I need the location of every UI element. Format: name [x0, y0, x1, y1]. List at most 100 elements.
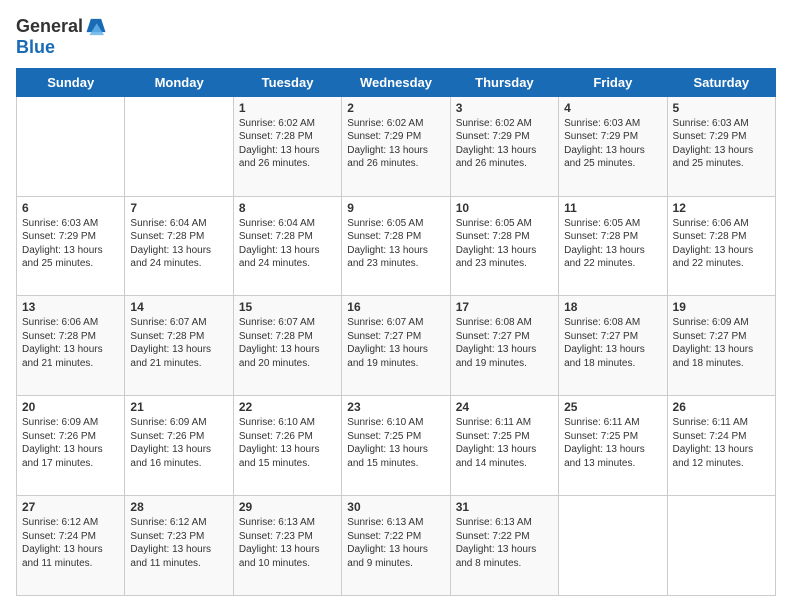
day-number: 16 [347, 300, 444, 314]
day-number: 25 [564, 400, 661, 414]
weekday-header-row: SundayMondayTuesdayWednesdayThursdayFrid… [17, 68, 776, 96]
calendar-week-row: 6 Sunrise: 6:03 AM Sunset: 7:29 PM Dayli… [17, 196, 776, 296]
day-number: 12 [673, 201, 770, 215]
calendar-week-row: 27 Sunrise: 6:12 AM Sunset: 7:24 PM Dayl… [17, 496, 776, 596]
day-number: 18 [564, 300, 661, 314]
cell-content: Sunrise: 6:11 AM Sunset: 7:25 PM Dayligh… [456, 416, 553, 470]
day-number: 17 [456, 300, 553, 314]
calendar-cell: 17 Sunrise: 6:08 AM Sunset: 7:27 PM Dayl… [450, 296, 558, 396]
calendar-cell: 8 Sunrise: 6:04 AM Sunset: 7:28 PM Dayli… [233, 196, 341, 296]
cell-content: Sunrise: 6:09 AM Sunset: 7:26 PM Dayligh… [22, 416, 119, 470]
weekday-header-thursday: Thursday [450, 68, 558, 96]
weekday-header-monday: Monday [125, 68, 233, 96]
cell-content: Sunrise: 6:05 AM Sunset: 7:28 PM Dayligh… [456, 217, 553, 271]
calendar-cell: 7 Sunrise: 6:04 AM Sunset: 7:28 PM Dayli… [125, 196, 233, 296]
day-number: 19 [673, 300, 770, 314]
calendar-cell: 11 Sunrise: 6:05 AM Sunset: 7:28 PM Dayl… [559, 196, 667, 296]
calendar-cell: 16 Sunrise: 6:07 AM Sunset: 7:27 PM Dayl… [342, 296, 450, 396]
calendar-cell: 14 Sunrise: 6:07 AM Sunset: 7:28 PM Dayl… [125, 296, 233, 396]
cell-content: Sunrise: 6:08 AM Sunset: 7:27 PM Dayligh… [564, 316, 661, 370]
calendar-cell: 23 Sunrise: 6:10 AM Sunset: 7:25 PM Dayl… [342, 396, 450, 496]
day-number: 6 [22, 201, 119, 215]
calendar-cell: 29 Sunrise: 6:13 AM Sunset: 7:23 PM Dayl… [233, 496, 341, 596]
calendar-cell: 26 Sunrise: 6:11 AM Sunset: 7:24 PM Dayl… [667, 396, 775, 496]
calendar-cell: 27 Sunrise: 6:12 AM Sunset: 7:24 PM Dayl… [17, 496, 125, 596]
cell-content: Sunrise: 6:11 AM Sunset: 7:24 PM Dayligh… [673, 416, 770, 470]
calendar-cell: 1 Sunrise: 6:02 AM Sunset: 7:28 PM Dayli… [233, 96, 341, 196]
cell-content: Sunrise: 6:03 AM Sunset: 7:29 PM Dayligh… [564, 117, 661, 171]
cell-content: Sunrise: 6:06 AM Sunset: 7:28 PM Dayligh… [22, 316, 119, 370]
calendar-cell: 6 Sunrise: 6:03 AM Sunset: 7:29 PM Dayli… [17, 196, 125, 296]
weekday-header-friday: Friday [559, 68, 667, 96]
day-number: 30 [347, 500, 444, 514]
day-number: 7 [130, 201, 227, 215]
calendar-cell: 12 Sunrise: 6:06 AM Sunset: 7:28 PM Dayl… [667, 196, 775, 296]
cell-content: Sunrise: 6:05 AM Sunset: 7:28 PM Dayligh… [564, 217, 661, 271]
day-number: 1 [239, 101, 336, 115]
cell-content: Sunrise: 6:02 AM Sunset: 7:29 PM Dayligh… [347, 117, 444, 171]
day-number: 4 [564, 101, 661, 115]
cell-content: Sunrise: 6:06 AM Sunset: 7:28 PM Dayligh… [673, 217, 770, 271]
day-number: 21 [130, 400, 227, 414]
calendar-cell: 10 Sunrise: 6:05 AM Sunset: 7:28 PM Dayl… [450, 196, 558, 296]
calendar-cell: 3 Sunrise: 6:02 AM Sunset: 7:29 PM Dayli… [450, 96, 558, 196]
calendar-week-row: 13 Sunrise: 6:06 AM Sunset: 7:28 PM Dayl… [17, 296, 776, 396]
calendar-cell: 28 Sunrise: 6:12 AM Sunset: 7:23 PM Dayl… [125, 496, 233, 596]
cell-content: Sunrise: 6:09 AM Sunset: 7:27 PM Dayligh… [673, 316, 770, 370]
cell-content: Sunrise: 6:08 AM Sunset: 7:27 PM Dayligh… [456, 316, 553, 370]
calendar-cell: 15 Sunrise: 6:07 AM Sunset: 7:28 PM Dayl… [233, 296, 341, 396]
cell-content: Sunrise: 6:04 AM Sunset: 7:28 PM Dayligh… [130, 217, 227, 271]
calendar-cell: 30 Sunrise: 6:13 AM Sunset: 7:22 PM Dayl… [342, 496, 450, 596]
calendar-cell: 25 Sunrise: 6:11 AM Sunset: 7:25 PM Dayl… [559, 396, 667, 496]
calendar-cell [17, 96, 125, 196]
cell-content: Sunrise: 6:02 AM Sunset: 7:28 PM Dayligh… [239, 117, 336, 171]
calendar-cell: 21 Sunrise: 6:09 AM Sunset: 7:26 PM Dayl… [125, 396, 233, 496]
calendar-cell: 4 Sunrise: 6:03 AM Sunset: 7:29 PM Dayli… [559, 96, 667, 196]
weekday-header-tuesday: Tuesday [233, 68, 341, 96]
calendar-cell: 20 Sunrise: 6:09 AM Sunset: 7:26 PM Dayl… [17, 396, 125, 496]
calendar-body: 1 Sunrise: 6:02 AM Sunset: 7:28 PM Dayli… [17, 96, 776, 595]
day-number: 10 [456, 201, 553, 215]
logo-icon [85, 16, 107, 38]
weekday-header-wednesday: Wednesday [342, 68, 450, 96]
cell-content: Sunrise: 6:02 AM Sunset: 7:29 PM Dayligh… [456, 117, 553, 171]
cell-content: Sunrise: 6:13 AM Sunset: 7:22 PM Dayligh… [456, 516, 553, 570]
day-number: 24 [456, 400, 553, 414]
page: General Blue SundayMondayTuesdayWednesda… [0, 0, 792, 612]
calendar-cell: 22 Sunrise: 6:10 AM Sunset: 7:26 PM Dayl… [233, 396, 341, 496]
day-number: 14 [130, 300, 227, 314]
day-number: 28 [130, 500, 227, 514]
day-number: 9 [347, 201, 444, 215]
cell-content: Sunrise: 6:07 AM Sunset: 7:28 PM Dayligh… [130, 316, 227, 370]
calendar-cell [125, 96, 233, 196]
cell-content: Sunrise: 6:03 AM Sunset: 7:29 PM Dayligh… [22, 217, 119, 271]
calendar-cell [667, 496, 775, 596]
logo-blue-text: Blue [16, 38, 107, 58]
day-number: 29 [239, 500, 336, 514]
day-number: 13 [22, 300, 119, 314]
cell-content: Sunrise: 6:03 AM Sunset: 7:29 PM Dayligh… [673, 117, 770, 171]
day-number: 5 [673, 101, 770, 115]
cell-content: Sunrise: 6:07 AM Sunset: 7:27 PM Dayligh… [347, 316, 444, 370]
day-number: 31 [456, 500, 553, 514]
cell-content: Sunrise: 6:13 AM Sunset: 7:23 PM Dayligh… [239, 516, 336, 570]
day-number: 23 [347, 400, 444, 414]
day-number: 3 [456, 101, 553, 115]
day-number: 2 [347, 101, 444, 115]
calendar-week-row: 1 Sunrise: 6:02 AM Sunset: 7:28 PM Dayli… [17, 96, 776, 196]
cell-content: Sunrise: 6:12 AM Sunset: 7:24 PM Dayligh… [22, 516, 119, 570]
weekday-header-saturday: Saturday [667, 68, 775, 96]
cell-content: Sunrise: 6:07 AM Sunset: 7:28 PM Dayligh… [239, 316, 336, 370]
calendar-cell: 31 Sunrise: 6:13 AM Sunset: 7:22 PM Dayl… [450, 496, 558, 596]
calendar-cell [559, 496, 667, 596]
calendar-cell: 19 Sunrise: 6:09 AM Sunset: 7:27 PM Dayl… [667, 296, 775, 396]
calendar-table: SundayMondayTuesdayWednesdayThursdayFrid… [16, 68, 776, 596]
day-number: 20 [22, 400, 119, 414]
day-number: 22 [239, 400, 336, 414]
header: General Blue [16, 16, 776, 58]
calendar-cell: 2 Sunrise: 6:02 AM Sunset: 7:29 PM Dayli… [342, 96, 450, 196]
cell-content: Sunrise: 6:12 AM Sunset: 7:23 PM Dayligh… [130, 516, 227, 570]
cell-content: Sunrise: 6:10 AM Sunset: 7:25 PM Dayligh… [347, 416, 444, 470]
calendar-week-row: 20 Sunrise: 6:09 AM Sunset: 7:26 PM Dayl… [17, 396, 776, 496]
cell-content: Sunrise: 6:05 AM Sunset: 7:28 PM Dayligh… [347, 217, 444, 271]
